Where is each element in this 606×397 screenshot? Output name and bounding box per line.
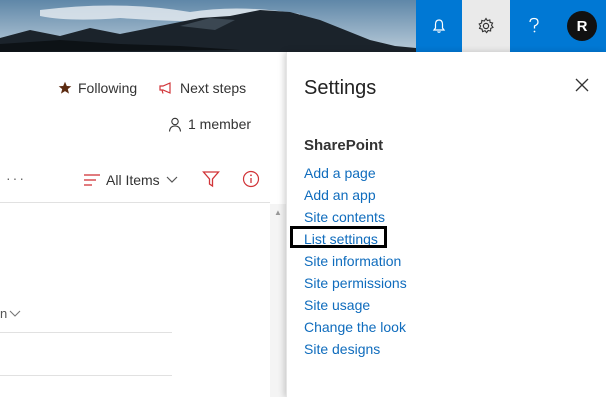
settings-link-site-permissions[interactable]: Site permissions: [304, 272, 407, 294]
help-button[interactable]: [510, 0, 558, 52]
settings-link-list-settings[interactable]: List settings: [290, 226, 407, 250]
panel-title: Settings: [304, 77, 377, 99]
notifications-button[interactable]: [416, 0, 462, 52]
megaphone-icon: [159, 82, 171, 94]
settings-link-site-information[interactable]: Site information: [304, 250, 407, 272]
close-button[interactable]: [575, 78, 589, 97]
row-divider: [0, 332, 172, 333]
avatar: R: [567, 11, 597, 41]
view-label: All Items: [106, 172, 160, 188]
scroll-up-arrow[interactable]: ▲: [274, 208, 282, 217]
account-button[interactable]: R: [558, 0, 606, 52]
members-button[interactable]: 1 member: [168, 116, 251, 132]
follow-button[interactable]: Following: [58, 80, 137, 96]
view-selector[interactable]: All Items: [84, 172, 178, 188]
row-divider: [0, 375, 172, 376]
settings-link-site-contents[interactable]: Site contents: [304, 206, 407, 228]
close-icon: [575, 78, 589, 92]
members-label: 1 member: [188, 116, 252, 132]
next-steps-label: Next steps: [180, 80, 247, 96]
next-steps-button[interactable]: Next steps: [158, 80, 246, 96]
info-button[interactable]: [242, 170, 260, 188]
settings-link-site-designs[interactable]: Site designs: [304, 338, 407, 360]
column-header[interactable]: n: [0, 306, 21, 321]
view-list-icon: [84, 174, 100, 186]
info-icon: [242, 170, 260, 188]
filter-icon: [202, 171, 220, 188]
settings-link-change-the-look[interactable]: Change the look: [304, 316, 407, 338]
commandbar-divider: [0, 202, 270, 203]
page-content: Following Next steps 1 member ··· All It…: [0, 52, 286, 397]
star-icon: [58, 81, 72, 94]
suite-bar: R: [0, 0, 606, 52]
chevron-down-icon: [166, 176, 178, 183]
settings-button[interactable]: [462, 0, 510, 52]
settings-link-site-usage[interactable]: Site usage: [304, 294, 407, 316]
filter-button[interactable]: [202, 170, 220, 188]
settings-panel: Settings SharePoint Add a page Add an app…: [286, 52, 606, 397]
chevron-down-icon: [9, 310, 21, 317]
column-header-label: n: [0, 306, 8, 321]
settings-link-add-a-page[interactable]: Add a page: [304, 162, 407, 184]
settings-link-add-an-app[interactable]: Add an app: [304, 184, 407, 206]
question-icon: [529, 17, 539, 33]
follow-label: Following: [78, 80, 138, 96]
section-title: SharePoint: [304, 137, 384, 154]
gear-icon: [478, 17, 494, 34]
settings-links: Add a page Add an app Site contents List se…: [290, 162, 407, 360]
vertical-scrollbar[interactable]: [270, 204, 286, 397]
more-button[interactable]: ···: [6, 170, 26, 186]
bell-icon: [432, 19, 446, 33]
person-icon: [168, 117, 182, 132]
banner-image: [0, 0, 416, 52]
